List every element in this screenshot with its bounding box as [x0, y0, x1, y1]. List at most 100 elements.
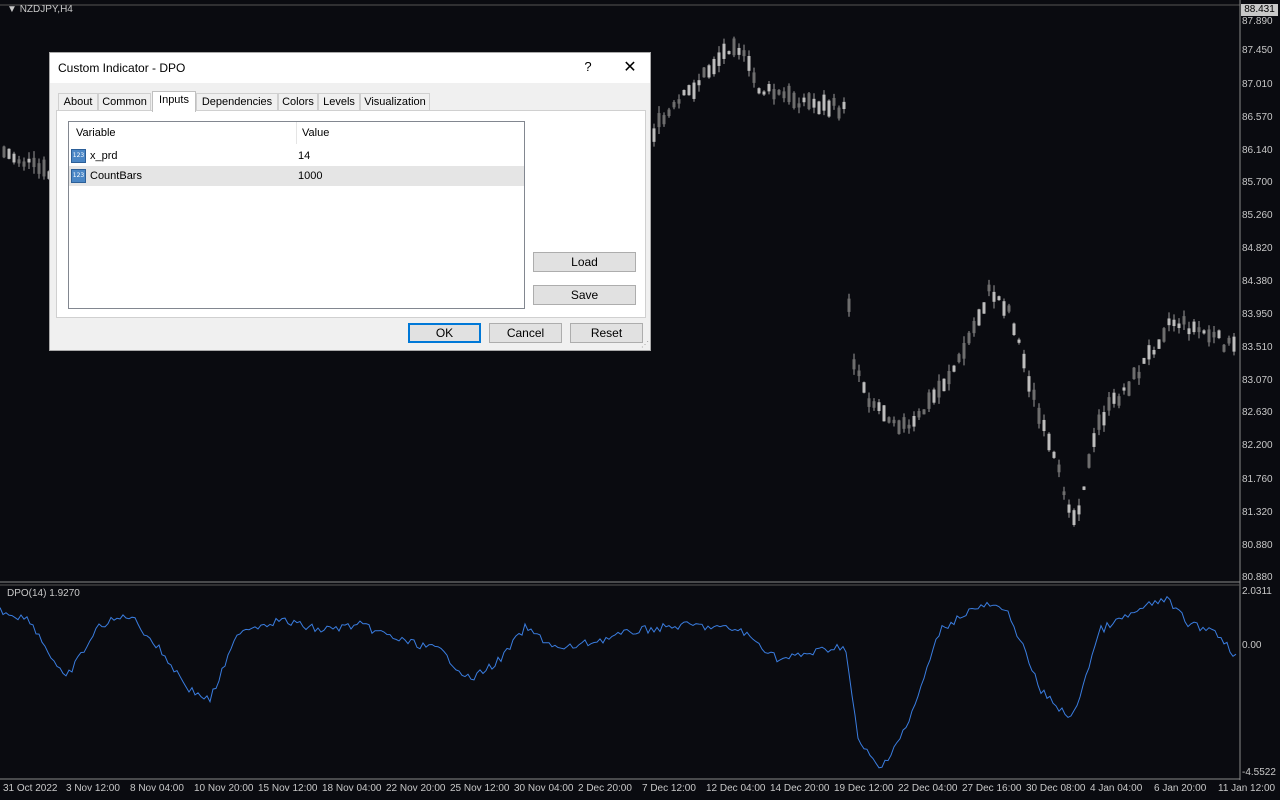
candle-body	[1032, 389, 1036, 400]
dialog-title: Custom Indicator - DPO	[58, 61, 186, 75]
variable-name: CountBars	[90, 170, 142, 182]
candle-body	[907, 424, 911, 429]
candle-body	[1072, 510, 1076, 525]
candle-body	[862, 382, 866, 393]
candle-body	[1097, 414, 1101, 430]
reset-button[interactable]: Reset	[570, 323, 643, 343]
candle-body	[877, 402, 881, 411]
resize-grip-icon[interactable]: ⋰	[641, 341, 649, 349]
candle-body	[687, 85, 691, 96]
candle-body	[952, 365, 956, 372]
indicator-tick: 2.0311	[1242, 586, 1272, 597]
candle-body	[977, 309, 981, 326]
time-tick: 14 Dec 20:00	[770, 783, 830, 794]
variable-value[interactable]: 14	[298, 146, 310, 166]
candle-body	[742, 50, 746, 57]
candle-body	[1137, 371, 1141, 379]
time-tick: 15 Nov 12:00	[258, 783, 318, 794]
time-tick: 6 Jan 20:00	[1154, 783, 1207, 794]
tab-about[interactable]: About	[58, 93, 98, 111]
time-tick: 27 Dec 16:00	[962, 783, 1022, 794]
ok-button[interactable]: OK	[408, 323, 481, 343]
candle-body	[1182, 316, 1186, 325]
candle-body	[27, 158, 31, 163]
candle-body	[692, 82, 696, 99]
candle-body	[1127, 381, 1131, 396]
cancel-button[interactable]: Cancel	[489, 323, 562, 343]
candle-body	[1207, 329, 1211, 343]
time-tick: 11 Jan 12:00	[1218, 783, 1276, 794]
candle-body	[1192, 321, 1196, 333]
indicator-tick: -4.5522	[1242, 767, 1276, 778]
time-tick: 3 Nov 12:00	[66, 783, 120, 794]
tab-dependencies[interactable]: Dependencies	[196, 93, 278, 111]
save-button[interactable]: Save	[533, 285, 636, 305]
candle-body	[967, 332, 971, 344]
time-tick: 22 Dec 04:00	[898, 783, 958, 794]
candle-body	[1102, 412, 1106, 426]
dpo-indicator-line	[0, 595, 1237, 769]
candle-body	[792, 92, 796, 109]
time-tick: 19 Dec 12:00	[834, 783, 894, 794]
candle-body	[1092, 433, 1096, 447]
column-header-value[interactable]: Value	[297, 122, 524, 144]
candle-body	[782, 91, 786, 99]
candle-body	[752, 72, 756, 83]
price-tick: 87.450	[1242, 45, 1273, 56]
candle-body	[22, 161, 26, 167]
time-tick: 31 Oct 2022	[3, 783, 58, 794]
integer-type-icon: 123	[71, 149, 86, 163]
candle-body	[927, 392, 931, 409]
price-tick: 86.140	[1242, 145, 1273, 156]
candle-body	[1052, 451, 1056, 458]
candle-body	[837, 107, 841, 119]
candle-body	[32, 157, 36, 168]
candle-body	[962, 342, 966, 359]
candle-body	[997, 296, 1001, 301]
candle-body	[722, 43, 726, 59]
help-button[interactable]: ?	[580, 59, 596, 77]
candle-body	[737, 47, 741, 55]
dialog-titlebar[interactable]: Custom Indicator - DPO ? ✕	[50, 53, 650, 83]
candle-body	[802, 97, 806, 103]
candle-body	[832, 97, 836, 106]
tab-visualization[interactable]: Visualization	[360, 93, 430, 111]
table-row[interactable]: 123 CountBars 1000	[69, 166, 524, 186]
close-icon[interactable]: ✕	[618, 57, 642, 79]
candle-body	[1162, 328, 1166, 342]
price-tick: 82.200	[1242, 440, 1273, 451]
candle-body	[757, 88, 761, 94]
current-price-badge: 88.431	[1241, 4, 1278, 16]
candle-body	[42, 159, 46, 177]
time-tick: 22 Nov 20:00	[386, 783, 446, 794]
tab-inputs[interactable]: Inputs	[152, 91, 196, 112]
candle-body	[872, 401, 876, 408]
candle-body	[1077, 505, 1081, 515]
candle-body	[717, 52, 721, 66]
variable-value[interactable]: 1000	[298, 166, 322, 186]
tab-common[interactable]: Common	[98, 93, 151, 111]
candle-body	[937, 380, 941, 398]
candle-body	[1167, 318, 1171, 326]
candle-body	[712, 58, 716, 75]
candle-body	[672, 101, 676, 108]
candle-body	[1132, 367, 1136, 380]
load-button[interactable]: Load	[533, 252, 636, 272]
candle-body	[1197, 327, 1201, 333]
inputs-table[interactable]: Variable Value 123 x_prd 14 123 CountBar…	[68, 121, 525, 309]
table-row[interactable]: 123 x_prd 14	[69, 146, 524, 166]
tab-colors[interactable]: Colors	[278, 93, 318, 111]
candle-body	[697, 80, 701, 86]
tab-levels[interactable]: Levels	[318, 93, 360, 111]
column-header-variable[interactable]: Variable	[69, 122, 297, 144]
candle-body	[777, 89, 781, 95]
candle-body	[942, 378, 946, 392]
time-tick: 4 Jan 04:00	[1090, 783, 1143, 794]
candle-body	[1037, 407, 1041, 424]
price-tick: 81.320	[1242, 507, 1273, 518]
candle-body	[882, 405, 886, 422]
candle-body	[1152, 349, 1156, 355]
candle-body	[992, 291, 996, 302]
time-tick: 10 Nov 20:00	[194, 783, 254, 794]
candle-body	[1172, 319, 1176, 327]
